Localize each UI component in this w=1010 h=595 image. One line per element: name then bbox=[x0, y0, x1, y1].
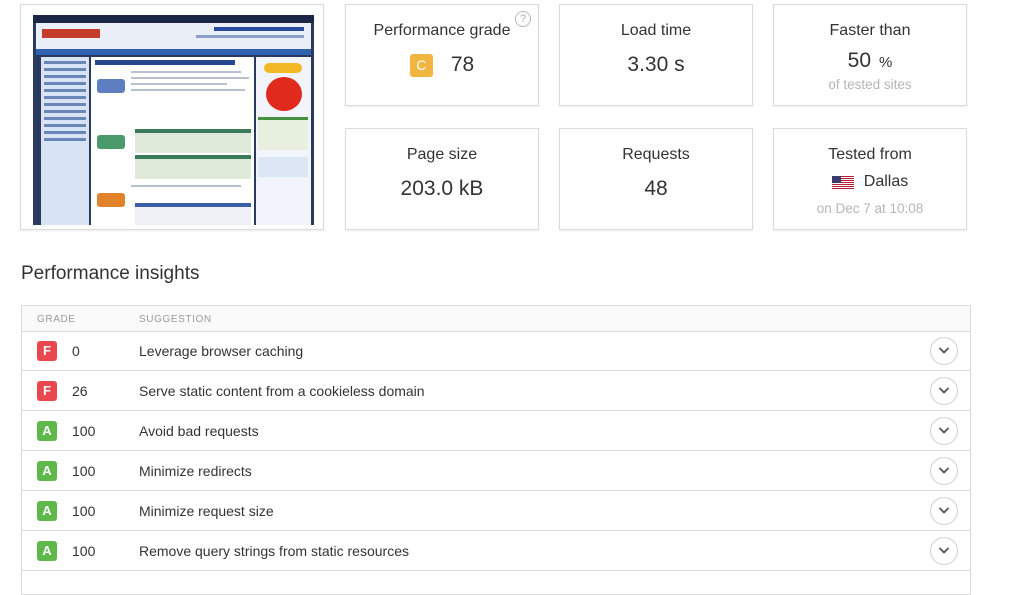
grade-badge: F bbox=[37, 381, 57, 401]
insights-title: Performance insights bbox=[21, 263, 200, 284]
insight-row[interactable]: A 100 Minimize redirects bbox=[22, 451, 970, 491]
faster-than-unit: % bbox=[879, 54, 893, 71]
insight-row[interactable]: F 0 Leverage browser caching bbox=[22, 331, 970, 371]
insight-suggestion: Remove query strings from static resourc… bbox=[139, 543, 409, 559]
grade-badge: A bbox=[37, 461, 57, 481]
suggestion-column-header: SUGGESTION bbox=[139, 314, 212, 325]
insight-score: 100 bbox=[72, 543, 96, 559]
insight-score: 100 bbox=[72, 503, 96, 519]
site-screenshot[interactable] bbox=[33, 15, 314, 225]
load-time-value: 3.30 s bbox=[627, 53, 685, 76]
insight-score: 26 bbox=[72, 383, 88, 399]
grade-badge: C bbox=[409, 53, 433, 77]
grade-badge: A bbox=[37, 541, 57, 561]
page-size-value: 203.0 kB bbox=[400, 177, 484, 200]
insight-score: 100 bbox=[72, 463, 96, 479]
tested-from-label: Tested from bbox=[828, 146, 912, 163]
expand-chevron-icon[interactable] bbox=[930, 457, 958, 485]
requests-label: Requests bbox=[622, 146, 690, 163]
grade-badge: A bbox=[37, 421, 57, 441]
insights-table: GRADE SUGGESTION F 0 Leverage browser cach… bbox=[21, 305, 971, 595]
page-size-card: Page size 203.0 kB bbox=[345, 128, 539, 230]
expand-chevron-icon[interactable] bbox=[930, 377, 958, 405]
insight-row[interactable]: A 100 Minimize request size bbox=[22, 491, 970, 531]
tested-from-card: Tested from Dallas on Dec 7 at 10:08 bbox=[773, 128, 967, 230]
requests-value: 48 bbox=[644, 177, 668, 200]
us-flag-icon bbox=[831, 175, 854, 189]
expand-chevron-icon[interactable] bbox=[930, 497, 958, 525]
faster-than-value: 50 bbox=[847, 49, 871, 72]
insight-suggestion: Avoid bad requests bbox=[139, 423, 259, 439]
site-screenshot-card bbox=[20, 4, 324, 230]
load-time-card: Load time 3.30 s bbox=[559, 4, 753, 106]
faster-than-label: Faster than bbox=[829, 22, 911, 39]
faster-than-subtext: of tested sites bbox=[828, 77, 912, 92]
insight-suggestion: Minimize request size bbox=[139, 503, 274, 519]
performance-grade-label: Performance grade bbox=[373, 22, 511, 39]
insight-row[interactable]: F 26 Serve static content from a cookieles… bbox=[22, 371, 970, 411]
grade-score: 78 bbox=[450, 53, 475, 76]
performance-grade-card: Performance grade ? C 78 bbox=[345, 4, 539, 106]
grade-badge: A bbox=[37, 501, 57, 521]
grade-column-header: GRADE bbox=[37, 314, 76, 325]
help-icon[interactable]: ? bbox=[515, 11, 531, 27]
insight-score: 100 bbox=[72, 423, 96, 439]
requests-card: Requests 48 bbox=[559, 128, 753, 230]
insights-header: GRADE SUGGESTION bbox=[22, 306, 970, 332]
page-size-label: Page size bbox=[406, 146, 478, 163]
insight-row[interactable]: A 100 Remove query strings from static res… bbox=[22, 531, 970, 571]
insight-suggestion: Minimize redirects bbox=[139, 463, 252, 479]
expand-chevron-icon[interactable] bbox=[930, 417, 958, 445]
insight-suggestion: Serve static content from a cookieless d… bbox=[139, 383, 425, 399]
faster-than-card: Faster than 50 % of tested sites bbox=[773, 4, 967, 106]
insight-suggestion: Leverage browser caching bbox=[139, 343, 304, 359]
tested-from-location: Dallas bbox=[863, 173, 909, 190]
grade-badge: F bbox=[37, 341, 57, 361]
tested-from-date: on Dec 7 at 10:08 bbox=[816, 201, 924, 216]
expand-chevron-icon[interactable] bbox=[930, 537, 958, 565]
expand-chevron-icon[interactable] bbox=[930, 337, 958, 365]
insight-score: 0 bbox=[72, 343, 80, 359]
load-time-label: Load time bbox=[620, 22, 692, 39]
insight-row[interactable]: A 100 Avoid bad requests bbox=[22, 411, 970, 451]
